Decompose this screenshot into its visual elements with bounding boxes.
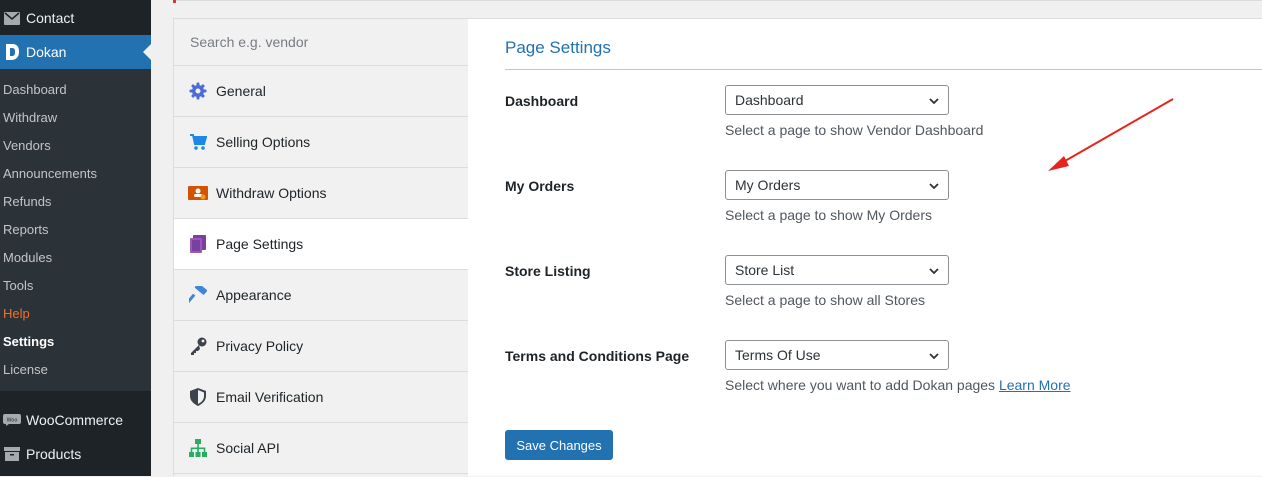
annotation-arrow (1048, 98, 1174, 171)
submenu-license[interactable]: License (0, 356, 151, 384)
tab-withdraw-options-label: Withdraw Options (216, 185, 327, 201)
tab-appearance[interactable]: Appearance (174, 270, 468, 321)
search-input[interactable] (190, 34, 450, 50)
tab-page-settings[interactable]: Page Settings (174, 219, 469, 270)
menu-contact-label: Contact (26, 10, 75, 26)
settings-tabs: General Selling Options Withdraw Options… (173, 18, 469, 476)
menu-products-label: Products (26, 446, 82, 462)
menu-contact[interactable]: Contact (0, 1, 151, 35)
tab-privacy-policy[interactable]: Privacy Policy (174, 321, 468, 372)
menu-woocommerce-label: WooCommerce (26, 412, 123, 428)
tab-email-verification[interactable]: Email Verification (174, 372, 468, 423)
book-icon (188, 234, 208, 254)
key-icon (188, 336, 208, 356)
submenu-modules[interactable]: Modules (0, 244, 151, 272)
settings-search (174, 19, 468, 66)
submenu-settings[interactable]: Settings (0, 328, 151, 356)
menu-woocommerce[interactable]: Woo WooCommerce (0, 403, 151, 437)
gear-icon (188, 81, 208, 101)
tab-social-api-label: Social API (216, 440, 280, 456)
submenu-help[interactable]: Help (0, 300, 151, 328)
network-icon (188, 438, 208, 458)
tab-page-settings-label: Page Settings (216, 236, 304, 252)
submenu-dashboard[interactable]: Dashboard (0, 76, 151, 104)
submenu-reports[interactable]: Reports (0, 216, 151, 244)
menu-dokan-label: Dokan (26, 44, 67, 60)
tab-general-label: General (216, 83, 266, 99)
notice-marker (173, 0, 176, 3)
tab-general[interactable]: General (174, 66, 468, 117)
tab-email-verification-label: Email Verification (216, 389, 324, 405)
tab-selling-options[interactable]: Selling Options (174, 117, 468, 168)
submenu-refunds[interactable]: Refunds (0, 188, 151, 216)
tab-social-api[interactable]: Social API (174, 423, 468, 474)
mail-icon (0, 11, 25, 25)
submenu-tools[interactable]: Tools (0, 272, 151, 300)
tab-withdraw-options[interactable]: Withdraw Options (174, 168, 468, 219)
admin-sidebar: Contact Dokan Dashboard Withdraw Vendors… (0, 0, 151, 476)
divider (173, 0, 1262, 1)
tab-privacy-policy-label: Privacy Policy (216, 338, 304, 354)
woo-icon: Woo (0, 414, 25, 426)
page-settings-panel: Page Settings Dashboard Dashboard Select… (468, 18, 1262, 476)
submenu-withdraw[interactable]: Withdraw (0, 104, 151, 132)
shield-icon (188, 387, 208, 407)
archive-icon (0, 447, 25, 461)
submenu-vendors[interactable]: Vendors (0, 132, 151, 160)
menu-dokan[interactable]: Dokan (0, 35, 151, 69)
dokan-logo-icon (0, 43, 25, 61)
svg-text:Woo: Woo (7, 418, 18, 424)
tab-appearance-label: Appearance (216, 287, 292, 303)
withdraw-icon (188, 183, 208, 203)
menu-products[interactable]: Products (0, 437, 151, 471)
hammer-icon (188, 285, 208, 305)
tab-selling-options-label: Selling Options (216, 134, 311, 150)
dokan-submenu: Dashboard Withdraw Vendors Announcements… (0, 69, 151, 391)
cart-icon (188, 132, 208, 152)
submenu-announcements[interactable]: Announcements (0, 160, 151, 188)
top-strip (151, 0, 1262, 18)
